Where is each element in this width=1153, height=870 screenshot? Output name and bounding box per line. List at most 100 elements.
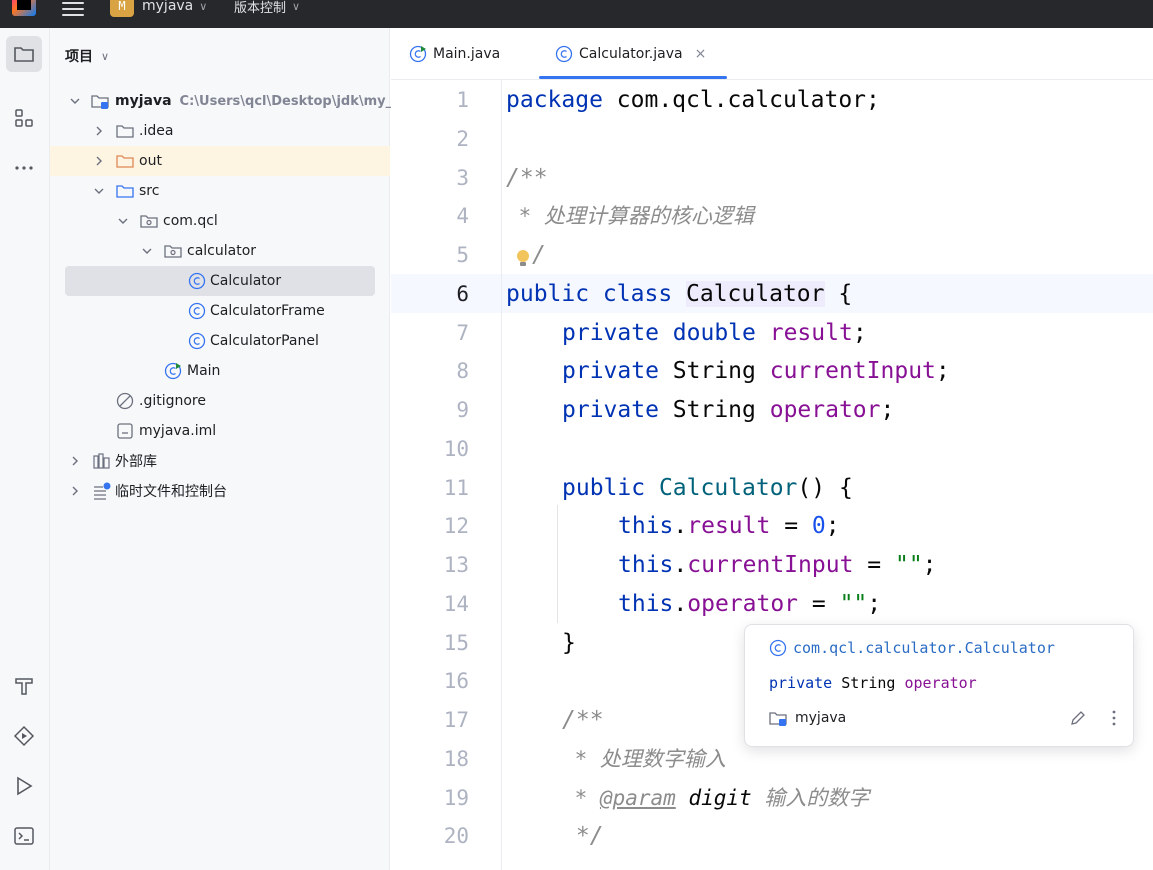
code-line-12: this.result = 0; [618,513,840,539]
lightbulb-icon[interactable] [514,248,532,268]
tree-item-myjava-iml[interactable]: myjava.iml [50,416,390,446]
code-line-14: this.operator = ""; [618,591,882,617]
tree-item-idea[interactable]: .idea [50,116,390,146]
chevron-down-icon: ∨ [292,0,301,13]
project-switcher[interactable]: M myjava ∨ [110,0,207,18]
line-number: 3 [456,166,469,190]
code-line-9: private String operator; [562,397,895,423]
chevron-down-icon [142,248,152,254]
tree-item-calculatorframe[interactable]: CalculatorFrame [50,296,390,326]
java-class-icon [188,332,206,350]
module-folder-icon [91,95,109,109]
panel-title: 项目 [65,49,93,65]
tree-item-main[interactable]: Main [50,356,390,386]
library-icon [93,453,110,469]
chevron-down-icon: ∨ [101,49,110,63]
code-line-11: public Calculator() { [562,475,853,501]
line-number: 15 [443,631,469,655]
source-folder-icon [116,185,134,198]
java-main-class-icon [409,45,427,63]
structure-tool-button[interactable] [6,100,42,136]
vcs-menu[interactable]: 版本控制 ∨ [234,0,300,18]
code-line-3: /** [506,165,548,191]
terminal-tool-button[interactable] [6,818,42,854]
editor-tab-bar: Main.java Calculator.java × [391,28,1153,80]
tree-item-label: Main [187,363,221,379]
tree-item-src[interactable]: src [50,176,390,206]
tree-item-calculator-package[interactable]: calculator [50,236,390,266]
tree-item-label: 外部库 [115,454,157,470]
indent-guide [557,505,558,623]
title-bar: M myjava ∨ 版本控制 ∨ [0,0,1153,28]
tree-item-out[interactable]: out [50,146,390,176]
structure-icon [15,109,33,127]
project-tool-button[interactable] [6,36,42,72]
line-number: 20 [443,824,469,848]
tree-item-label: myjava.iml [139,423,217,439]
ignored-file-icon [116,392,134,410]
project-view-selector[interactable]: 项目 ∨ [65,46,109,66]
java-main-class-icon [164,362,182,380]
folder-icon [14,47,34,62]
tree-item-scratches[interactable]: 临时文件和控制台 [50,476,390,506]
tree-item-label: .idea [139,123,174,139]
tree-item-external-libraries[interactable]: 外部库 [50,446,390,476]
code-line-4: * 处理计算器的核心逻辑 [506,204,754,228]
chevron-right-icon [96,156,102,166]
edit-pencil-icon[interactable] [1069,709,1087,727]
tab-main-java[interactable]: Main.java [409,28,500,80]
code-line-6: public class Calculator { [506,281,853,307]
run-tool-button[interactable] [6,768,42,804]
java-class-icon [769,639,787,657]
tree-item-com-qcl[interactable]: com.qcl [50,206,390,236]
tab-calculator-java[interactable]: Calculator.java × [555,28,706,80]
line-number: 18 [443,747,469,771]
chevron-right-icon [72,486,78,496]
project-name: myjava [142,0,194,14]
tree-item-label: CalculatorFrame [210,303,325,319]
doc-class-link[interactable]: com.qcl.calculator.Calculator [769,639,1055,657]
tree-item-label: calculator [187,243,257,259]
code-line-7: private double result; [562,320,867,346]
java-class-icon [188,272,206,290]
chevron-down-icon [94,188,104,194]
excluded-folder-icon [116,155,134,168]
line-number: 19 [443,786,469,810]
close-icon[interactable]: × [695,46,707,62]
services-tool-button[interactable] [6,718,42,754]
intellij-logo-icon[interactable] [12,0,36,16]
doc-class-fqn: com.qcl.calculator.Calculator [793,639,1055,657]
build-tool-button[interactable] [6,668,42,704]
tree-item-calculatorpanel[interactable]: CalculatorPanel [50,326,390,356]
chevron-right-icon [96,126,102,136]
code-line-18: * 处理数字输入 [562,747,726,771]
line-number: 16 [443,669,469,693]
hamburger-menu-icon[interactable] [62,2,84,18]
tree-item-label: CalculatorPanel [210,333,319,349]
folder-icon [116,125,134,138]
chevron-down-icon: ∨ [199,0,208,13]
line-number: 9 [456,398,469,422]
more-icon [15,166,33,170]
tree-item-myjava[interactable]: myjava C:\Users\qcl\Desktop\jdk\my_ [50,86,392,116]
more-tools-button[interactable] [6,150,42,186]
java-class-icon [188,302,206,320]
code-line-8: private String currentInput; [562,358,950,384]
line-number: 2 [456,127,469,151]
code-line-19: * @param digit 输入的数字 [562,786,870,810]
line-number: 1 [456,88,469,112]
tool-window-strip [0,28,50,870]
line-number: 12 [443,514,469,538]
line-number: 14 [443,592,469,616]
quick-doc-popup[interactable]: com.qcl.calculator.Calculator private St… [744,624,1134,747]
tree-item-gitignore[interactable]: .gitignore [50,386,390,416]
active-tab-indicator [539,76,727,79]
more-vertical-icon[interactable] [1109,709,1119,727]
doc-module-name: myjava [795,710,847,726]
line-number: 11 [443,476,469,500]
tree-item-calculator-class[interactable]: Calculator [65,266,375,296]
tree-item-label: .gitignore [139,393,206,409]
line-number: 17 [443,708,469,732]
code-editor[interactable]: 1 2 3 4 5 6 7 8 9 10 11 12 13 14 15 16 1… [391,80,1153,870]
iml-file-icon [117,423,133,439]
